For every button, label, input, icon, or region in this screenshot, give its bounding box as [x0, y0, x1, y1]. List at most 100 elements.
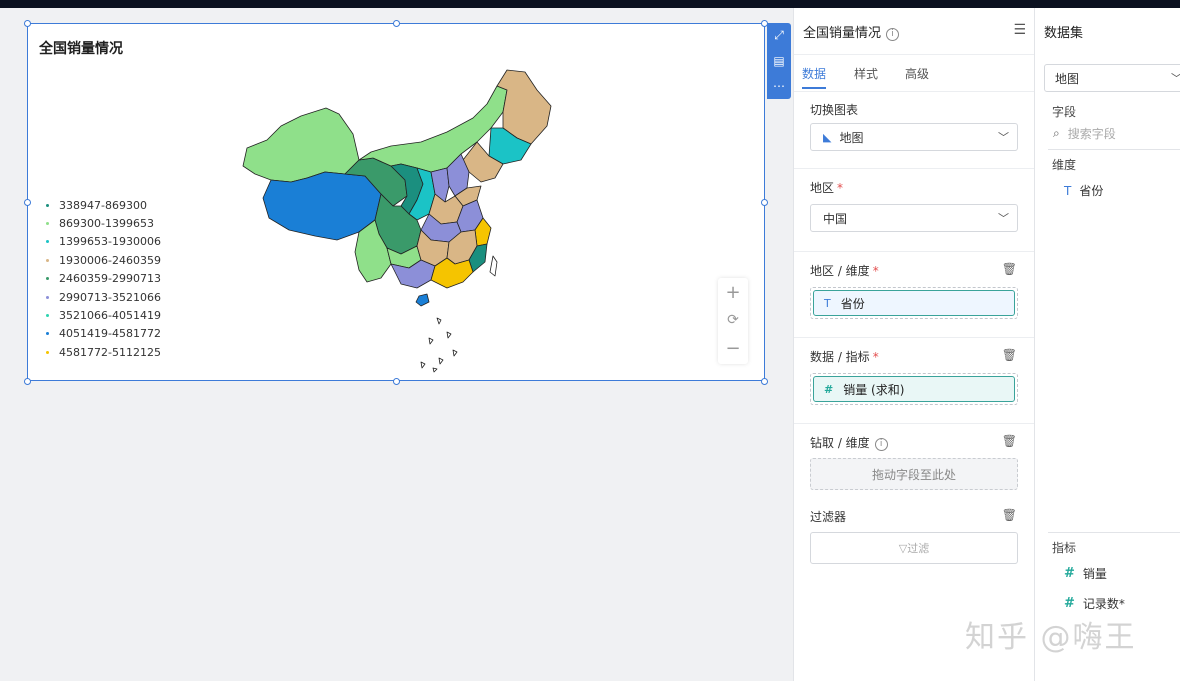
chart-card[interactable]: 全国销量情况 338947-869300 869300-1399653 1399…: [24, 20, 768, 385]
canvas-area: 全国销量情况 338947-869300 869300-1399653 1399…: [0, 8, 793, 681]
resize-handle[interactable]: [761, 199, 768, 206]
number-type-icon: #: [1064, 566, 1075, 581]
divider: [1048, 532, 1180, 533]
switch-chart-section: 切换图表 ◣ 地图 ﹀: [794, 91, 1035, 169]
watermark: 知乎 @嗨王: [965, 620, 1137, 655]
legend-item[interactable]: 1930006-2460359: [46, 251, 161, 269]
legend-item[interactable]: 869300-1399653: [46, 214, 161, 232]
legend-item[interactable]: 3521066-4051419: [46, 306, 161, 324]
legend-dot: [46, 350, 49, 354]
reset-view-button[interactable]: ⟳: [718, 306, 748, 334]
filter-label: 过滤器: [810, 510, 847, 524]
legend-item[interactable]: 338947-869300: [46, 196, 161, 214]
legend-dot: [46, 240, 49, 244]
field-search[interactable]: ⌕ 搜索字段: [1053, 125, 1116, 142]
resize-handle[interactable]: [393, 378, 400, 385]
legend-dot: [46, 258, 49, 262]
chevron-down-icon: ﹀: [998, 212, 1009, 225]
chevron-down-icon: ﹀: [1171, 70, 1180, 86]
legend-dot: [46, 295, 49, 299]
tab-data[interactable]: 数据: [802, 65, 826, 82]
map-legend: 338947-869300 869300-1399653 1399653-193…: [46, 196, 161, 362]
config-title: 全国销量情况 i: [803, 22, 900, 41]
search-underline: [1048, 149, 1180, 150]
number-type-icon: #: [824, 382, 834, 396]
resize-handle[interactable]: [24, 378, 31, 385]
field-pill-province[interactable]: T 省份: [813, 290, 1015, 316]
legend-dot: [46, 203, 49, 207]
region-select[interactable]: 中国 ﹀: [810, 204, 1018, 232]
menu-collapse-icon[interactable]: ☰: [1013, 22, 1026, 38]
metric-field[interactable]: # 记录数*: [1064, 595, 1125, 612]
legend-dot: [46, 222, 49, 226]
required-mark: *: [872, 264, 879, 278]
info-icon[interactable]: i: [886, 28, 900, 41]
map-region: [242, 107, 360, 183]
required-mark: *: [872, 350, 879, 364]
legend-dot: [46, 332, 49, 336]
tab-style[interactable]: 样式: [854, 65, 878, 82]
document-icon[interactable]: ▤: [773, 48, 784, 73]
dimension-field[interactable]: T 省份: [1064, 182, 1103, 199]
map-chart-icon: ◣: [823, 130, 832, 144]
metric-dropzone[interactable]: # 销量 (求和): [810, 373, 1018, 405]
chart-type-select[interactable]: ◣ 地图 ﹀: [810, 123, 1018, 151]
config-tabs: 数据 样式 高级: [794, 55, 1034, 92]
legend-item[interactable]: 2460359-2990713: [46, 270, 161, 288]
zoom-in-button[interactable]: +: [718, 278, 748, 306]
active-tab-indicator: [802, 87, 826, 89]
legend-item[interactable]: 4051419-4581772: [46, 325, 161, 343]
region-dimension-dropzone[interactable]: T 省份: [810, 287, 1018, 319]
trash-icon[interactable]: 🗑: [1002, 348, 1017, 362]
chevron-down-icon: ﹀: [998, 131, 1009, 144]
map-region: [420, 317, 458, 373]
dimension-label: 维度: [1052, 158, 1077, 172]
field-pill-sales[interactable]: # 销量 (求和): [813, 376, 1015, 402]
search-icon: ⌕: [1053, 126, 1060, 140]
fullscreen-icon[interactable]: ⤢: [774, 23, 784, 48]
zoom-out-button[interactable]: −: [718, 334, 748, 362]
resize-handle[interactable]: [24, 199, 31, 206]
trash-icon[interactable]: 🗑: [1002, 508, 1017, 522]
text-type-icon: T: [1064, 183, 1072, 198]
dataset-select[interactable]: 地图 ﹀: [1044, 64, 1180, 92]
more-icon[interactable]: ⋯: [773, 73, 785, 98]
filter-button[interactable]: ▽过滤: [810, 532, 1018, 564]
metric-list-label: 指标: [1052, 541, 1077, 555]
metric-label: 数据 / 指标 *: [810, 350, 879, 364]
legend-item[interactable]: 2990713-3521066: [46, 288, 161, 306]
metric-section: 数据 / 指标 * 🗑 # 销量 (求和): [794, 338, 1035, 424]
metric-field[interactable]: # 销量: [1064, 565, 1107, 582]
map-zoom-control: + ⟳ −: [718, 278, 748, 364]
switch-chart-label: 切换图表: [810, 103, 859, 117]
trash-icon[interactable]: 🗑: [1002, 262, 1017, 276]
region-section: 地区 * 中国 ﹀: [794, 169, 1035, 252]
info-icon[interactable]: i: [874, 438, 888, 451]
text-type-icon: T: [824, 296, 831, 310]
dataset-title: 数据集: [1044, 26, 1084, 41]
drill-dropzone[interactable]: 拖动字段至此处: [810, 458, 1018, 490]
resize-handle[interactable]: [24, 20, 31, 27]
resize-handle[interactable]: [393, 20, 400, 27]
tab-advanced[interactable]: 高级: [905, 65, 929, 82]
drill-section: 钻取 / 维度 i 🗑 拖动字段至此处: [794, 424, 1035, 503]
fields-label: 字段: [1052, 105, 1077, 119]
legend-dot: [46, 277, 49, 281]
filter-section: 过滤器 🗑 ▽过滤: [794, 498, 1035, 578]
map-region: [489, 255, 498, 277]
map-region: [415, 293, 430, 307]
trash-icon[interactable]: 🗑: [1002, 434, 1017, 448]
legend-item[interactable]: 4581772-5112125: [46, 343, 161, 361]
resize-handle[interactable]: [761, 378, 768, 385]
required-mark: *: [837, 181, 844, 195]
china-map[interactable]: [241, 68, 581, 373]
drill-label: 钻取 / 维度 i: [810, 434, 888, 451]
region-dimension-label: 地区 / 维度 *: [810, 264, 879, 278]
chart-title: 全国销量情况: [39, 41, 123, 57]
region-dimension-section: 地区 / 维度 * 🗑 T 省份: [794, 252, 1035, 338]
top-bar: [0, 0, 1180, 8]
chart-side-toolbar: ⤢ ▤ ⋯: [767, 23, 791, 99]
legend-item[interactable]: 1399653-1930006: [46, 233, 161, 251]
number-type-icon: #: [1064, 596, 1075, 611]
config-panel: 全国销量情况 i ☰ 数据 样式 高级 切换图表 ◣ 地图 ﹀ 地区 * 中国 ﹀ …: [793, 8, 1035, 681]
